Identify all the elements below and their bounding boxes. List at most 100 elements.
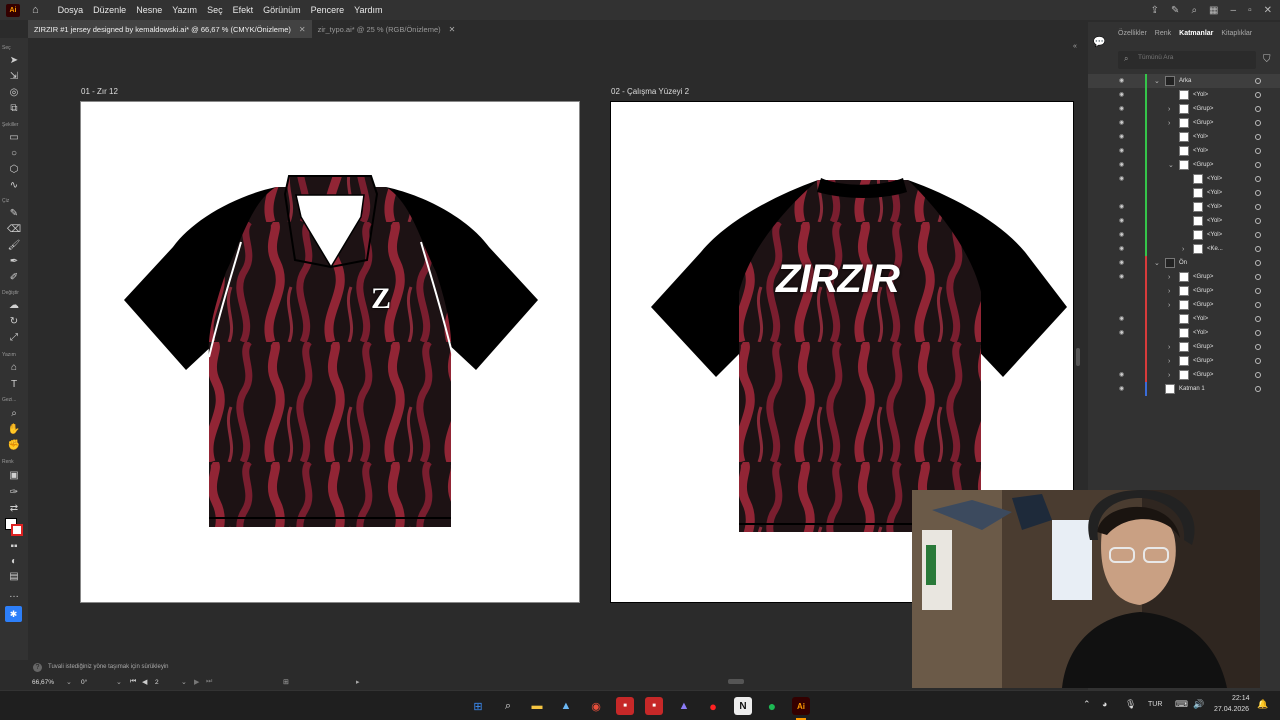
visibility-eye-icon[interactable]: ◉ (1119, 260, 1127, 266)
expand-chevron-icon[interactable]: › (1168, 120, 1170, 127)
collapse-chevron-icon[interactable]: ⌄ (1154, 259, 1160, 267)
layer-target-icon[interactable] (1255, 386, 1261, 392)
more-tools-icon[interactable]: … (7, 588, 21, 601)
app-icon-red-2[interactable]: ■ (645, 697, 663, 715)
vertical-scrollbar[interactable] (1076, 348, 1080, 366)
collapse-chevron-icon[interactable]: ⌄ (1154, 77, 1160, 85)
menu-0[interactable]: Dosya (53, 5, 89, 15)
expand-chevron-icon[interactable]: › (1182, 246, 1184, 253)
layer-target-icon[interactable] (1255, 78, 1261, 84)
layer-row[interactable]: <Yol> (1088, 186, 1280, 200)
layer-row[interactable]: ◉ Katman 1 (1088, 382, 1280, 396)
stroke-swatch[interactable] (11, 524, 23, 536)
menu-6[interactable]: Görünüm (258, 5, 306, 15)
front-chest-logo[interactable]: Z (371, 282, 391, 316)
layer-search-box[interactable]: ⌕ (1118, 51, 1256, 69)
visibility-eye-icon[interactable]: ◉ (1119, 274, 1127, 280)
last-artboard-icon[interactable]: ⏭ (206, 678, 212, 686)
first-artboard-icon[interactable]: ⏮ (130, 678, 136, 686)
discord-icon[interactable]: ◕ (1102, 699, 1107, 709)
layer-row[interactable]: ◉ ⌄ Ön (1088, 256, 1280, 270)
visibility-eye-icon[interactable] (1119, 190, 1127, 196)
layer-row[interactable]: ◉ <Yol> (1088, 214, 1280, 228)
layer-row[interactable]: › <Grup> (1088, 354, 1280, 368)
ellipse-tool-icon[interactable]: ○ (7, 147, 21, 160)
rectangle-tool-icon[interactable]: ▭ (7, 131, 21, 144)
network-icon[interactable]: ⌨ (1175, 699, 1188, 710)
visibility-eye-icon[interactable]: ◉ (1119, 148, 1127, 154)
visibility-eye-icon[interactable]: ◉ (1119, 176, 1127, 182)
layer-row[interactable]: ◉ › <Grup> (1088, 116, 1280, 130)
pen-tool-icon[interactable]: ✒ (7, 255, 21, 268)
layer-target-icon[interactable] (1255, 92, 1261, 98)
visibility-eye-icon[interactable]: ◉ (1119, 330, 1127, 336)
collapse-chevron-icon[interactable]: ⌄ (1168, 161, 1174, 169)
layer-row[interactable]: ◉ <Yol> (1088, 144, 1280, 158)
color-mode-icon[interactable]: ▪▪ (7, 540, 21, 553)
layer-row[interactable]: ◉ ⌄ <Grup> (1088, 158, 1280, 172)
scroll-left-icon[interactable]: ▸ (356, 678, 360, 686)
layer-row[interactable]: ◉ › <Ke... (1088, 242, 1280, 256)
expand-chevron-icon[interactable]: › (1168, 372, 1170, 379)
scale-tool-icon[interactable]: ⤢ (7, 331, 21, 344)
notion-icon[interactable]: N (734, 697, 752, 715)
minimize-icon[interactable]: – (1231, 5, 1237, 16)
menu-3[interactable]: Yazım (167, 5, 202, 15)
layer-target-icon[interactable] (1255, 162, 1261, 168)
expand-chevron-icon[interactable]: › (1168, 274, 1170, 281)
workspace-icon[interactable]: ▦ (1209, 5, 1218, 16)
direct-selection-tool-icon[interactable]: ⇲ (7, 70, 21, 83)
notification-icon[interactable]: 🔔 (1257, 699, 1268, 710)
visibility-eye-icon[interactable]: ◉ (1119, 120, 1127, 126)
visibility-eye-icon[interactable]: ◉ (1119, 134, 1127, 140)
visibility-eye-icon[interactable]: ◉ (1119, 246, 1127, 252)
comments-icon[interactable]: 💬 (1093, 37, 1105, 48)
menu-8[interactable]: Yardım (349, 5, 387, 15)
visibility-eye-icon[interactable]: ◉ (1119, 372, 1127, 378)
media-player-icon[interactable]: ● (704, 697, 722, 715)
polygon-tool-icon[interactable]: ⬡ (7, 163, 21, 176)
artboard-dropdown-icon[interactable]: ⌄ (181, 678, 187, 686)
visibility-eye-icon[interactable]: ◉ (1119, 204, 1127, 210)
expand-chevron-icon[interactable]: › (1168, 302, 1170, 309)
layer-target-icon[interactable] (1255, 148, 1261, 154)
clock-time[interactable]: 22:14 (1232, 695, 1250, 702)
document-tab-1[interactable]: zir_typo.ai* @ 25 % (RGB/Önizleme) ✕ (312, 20, 462, 39)
search-icon[interactable]: ⌕ (499, 697, 517, 715)
layer-row[interactable]: ◉ ⌄ Arka (1088, 74, 1280, 88)
rotate-view-tool-icon[interactable]: ✊ (7, 439, 21, 452)
start-icon[interactable]: ⊞ (469, 697, 487, 715)
photos-icon[interactable]: ▲ (557, 697, 575, 715)
panel-tab-1[interactable]: Renk (1155, 30, 1171, 37)
visibility-eye-icon[interactable]: ◉ (1119, 162, 1127, 168)
layer-target-icon[interactable] (1255, 232, 1261, 238)
collapse-panels-icon[interactable]: « (1073, 43, 1077, 50)
expand-chevron-icon[interactable]: › (1168, 288, 1170, 295)
expand-chevron-icon[interactable]: › (1168, 344, 1170, 351)
blob-brush-tool-icon[interactable]: ✐ (7, 271, 21, 284)
layer-row[interactable]: ◉ › <Grup> (1088, 102, 1280, 116)
status-menu-icon[interactable]: ⊞ (283, 678, 289, 686)
share-icon[interactable]: ⇪ (1151, 5, 1159, 16)
volume-icon[interactable]: 🔊 (1193, 699, 1204, 710)
visibility-eye-icon[interactable]: ◉ (1119, 78, 1127, 84)
selection-tool-icon[interactable]: ➤ (7, 54, 21, 67)
app-logo[interactable]: Ai (6, 3, 20, 17)
layer-row[interactable]: ◉ <Yol> (1088, 200, 1280, 214)
chrome-icon[interactable]: ◉ (587, 697, 605, 715)
visibility-eye-icon[interactable]: ◉ (1119, 232, 1127, 238)
home-icon[interactable]: ⌂ (32, 4, 39, 16)
visibility-eye-icon[interactable] (1119, 288, 1127, 294)
zoom-tool-icon[interactable]: ⌕ (7, 407, 21, 420)
layer-row[interactable]: ◉ <Yol> (1088, 228, 1280, 242)
layer-row[interactable]: › <Grup> (1088, 298, 1280, 312)
illustrator-taskbar-icon[interactable]: Ai (792, 697, 810, 715)
panel-tab-0[interactable]: Özellikler (1118, 30, 1147, 37)
lasso-tool-icon[interactable]: ◎ (7, 86, 21, 99)
layer-target-icon[interactable] (1255, 330, 1261, 336)
brush-tool-icon[interactable]: 🖌 (7, 239, 21, 252)
back-wordmark[interactable]: ZIRZIR (776, 257, 900, 302)
layer-target-icon[interactable] (1255, 106, 1261, 112)
layer-target-icon[interactable] (1255, 176, 1261, 182)
close-icon[interactable]: ✕ (1264, 5, 1272, 16)
